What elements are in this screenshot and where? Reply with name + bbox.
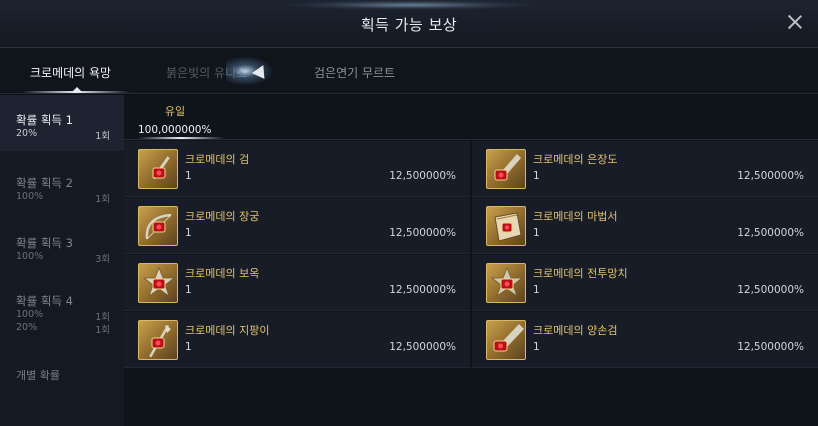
subtab-unique[interactable]: 유일 100,000000% — [138, 103, 212, 136]
tab-bar: 크로메데의 욕망 붉은빛의 유니스 검은연기 무르트 — [0, 48, 818, 94]
reward-panel: 유일 100,000000% 크로메데의 검 1 12,500000% 크로메데… — [124, 95, 818, 426]
window-title: 획득 가능 보상 — [360, 16, 458, 34]
item-icon-frame — [138, 320, 178, 360]
item-name: 크로메데의 마법서 — [533, 210, 618, 223]
item-probability: 12,500000% — [389, 284, 456, 296]
dagger-icon — [494, 154, 521, 181]
item-name: 크로메데의 보옥 — [185, 267, 260, 280]
hover-sparkle — [226, 56, 274, 86]
item-name: 크로메데의 지팡이 — [185, 324, 270, 337]
row-count: 1회 — [95, 194, 110, 205]
item-icon-frame — [486, 149, 526, 189]
item-icon-frame — [138, 206, 178, 246]
item-icon-frame — [486, 206, 526, 246]
reward-item[interactable]: 크로메데의 보옥 1 12,500000% — [124, 255, 470, 311]
sidebar: 확률 획득 1 20% 1회 확률 획득 2 100% 1회 확률 획득 3 1… — [0, 95, 124, 426]
title-bar: 획득 가능 보상 — [0, 0, 818, 48]
item-probability: 12,500000% — [737, 227, 804, 239]
item-probability: 12,500000% — [389, 341, 456, 353]
tab-kromede-desire[interactable]: 크로메데의 욕망 — [30, 64, 111, 81]
item-quantity: 1 — [185, 170, 192, 182]
item-probability: 12,500000% — [737, 284, 804, 296]
row-rate: 20% — [16, 322, 38, 333]
item-icon-frame — [486, 320, 526, 360]
item-probability: 12,500000% — [737, 341, 804, 353]
item-name: 크로메데의 검 — [185, 153, 250, 166]
title-glow — [280, 0, 540, 10]
divider — [124, 139, 818, 140]
sidebar-group-chance-1[interactable]: 확률 획득 1 20% 1회 — [0, 95, 124, 151]
sword-icon — [152, 156, 170, 180]
row-rate: 100% — [16, 251, 44, 262]
item-quantity: 1 — [533, 227, 540, 239]
greatsword-icon — [493, 324, 524, 352]
item-quantity: 1 — [185, 227, 192, 239]
sidebar-group-chance-2[interactable]: 확률 획득 2 100% 1회 — [0, 155, 124, 211]
item-name: 크로메데의 은장도 — [533, 153, 618, 166]
warhammer-icon — [490, 266, 524, 298]
orb-icon — [142, 266, 176, 298]
item-name: 크로메데의 양손검 — [533, 324, 618, 337]
item-name: 크로메데의 전투망치 — [533, 267, 628, 280]
sidebar-group-chance-3[interactable]: 확률 획득 3 100% 3회 — [0, 213, 124, 269]
subtab-label: 유일 — [164, 105, 186, 118]
sidebar-group-title: 확률 획득 4 — [16, 294, 73, 308]
row-count: 3회 — [95, 254, 110, 265]
item-icon-frame — [486, 263, 526, 303]
row-rate: 100% — [16, 309, 44, 320]
active-tab-caret-icon — [72, 87, 82, 92]
reward-item[interactable]: 크로메데의 은장도 1 12,500000% — [472, 141, 818, 197]
individual-probability-link[interactable]: 개별 확률 — [16, 367, 60, 383]
item-probability: 12,500000% — [737, 170, 804, 182]
row-count: 1회 — [95, 131, 110, 142]
mouse-cursor-icon — [251, 65, 271, 83]
reward-item[interactable]: 크로메데의 장궁 1 12,500000% — [124, 198, 470, 254]
sidebar-group-chance-4[interactable]: 확률 획득 4 100% 1회 20% 1회 — [0, 275, 124, 345]
item-quantity: 1 — [533, 170, 540, 182]
item-probability: 12,500000% — [389, 170, 456, 182]
subtab-value: 100,000000% — [138, 124, 212, 136]
item-quantity: 1 — [533, 284, 540, 296]
close-icon[interactable] — [786, 13, 804, 31]
tab-black-smoke-murt[interactable]: 검은연기 무르트 — [314, 64, 395, 81]
sidebar-group-title: 확률 획득 3 — [16, 236, 73, 250]
reward-item[interactable]: 크로메데의 양손검 1 12,500000% — [472, 312, 818, 368]
sidebar-group-title: 확률 획득 1 — [16, 113, 73, 127]
row-rate: 20% — [16, 128, 38, 139]
item-quantity: 1 — [185, 341, 192, 353]
item-probability: 12,500000% — [389, 227, 456, 239]
row-rate: 100% — [16, 191, 44, 202]
reward-item[interactable]: 크로메데의 마법서 1 12,500000% — [472, 198, 818, 254]
staff-icon — [149, 324, 171, 358]
item-grid: 크로메데의 검 1 12,500000% 크로메데의 은장도 1 12,5000… — [124, 141, 818, 368]
item-quantity: 1 — [533, 341, 540, 353]
row-count: 1회 — [95, 312, 110, 323]
item-icon-frame — [138, 149, 178, 189]
reward-item[interactable]: 크로메데의 검 1 12,500000% — [124, 141, 470, 197]
reward-item[interactable]: 크로메데의 전투망치 1 12,500000% — [472, 255, 818, 311]
row-count: 1회 — [95, 325, 110, 336]
spellbook-icon — [494, 212, 522, 242]
reward-item[interactable]: 크로메데의 지팡이 1 12,500000% — [124, 312, 470, 368]
item-name: 크로메데의 장궁 — [185, 210, 260, 223]
sidebar-group-title: 확률 획득 2 — [16, 176, 73, 190]
item-icon-frame — [138, 263, 178, 303]
item-quantity: 1 — [185, 284, 192, 296]
bow-icon — [145, 213, 172, 240]
